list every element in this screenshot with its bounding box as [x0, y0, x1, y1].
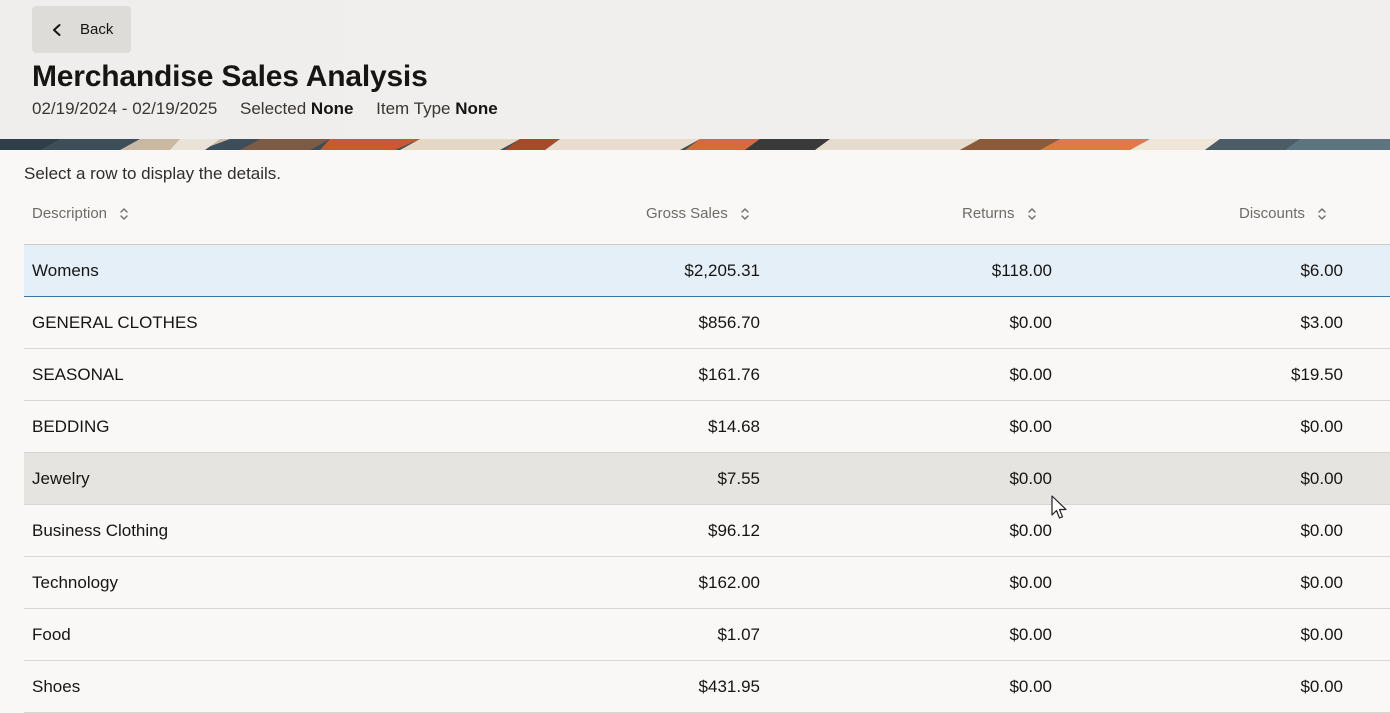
description-cell: Jewelry: [32, 469, 90, 488]
selected-value: None: [310, 99, 354, 118]
discounts-cell: $0.00: [1300, 469, 1343, 488]
column-header-label: Returns: [962, 205, 1015, 222]
decorative-banner-strip: [0, 139, 1390, 150]
returns-cell: $0.00: [1009, 313, 1052, 332]
description-cell: Technology: [32, 573, 119, 592]
returns-cell: $0.00: [1009, 677, 1052, 696]
description-cell: GENERAL CLOTHES: [32, 313, 198, 332]
sort-icon: [119, 207, 129, 221]
sort-icon: [1027, 207, 1037, 221]
returns-cell: $0.00: [1009, 625, 1052, 644]
discounts-cell: $0.00: [1300, 625, 1343, 644]
description-cell: Food: [32, 625, 71, 644]
table-row[interactable]: BEDDING $14.68 $0.00 $0.00: [24, 401, 1390, 453]
table-row[interactable]: Shoes $431.95 $0.00 $0.00: [24, 661, 1390, 713]
gross-sales-cell: $7.55: [717, 469, 760, 488]
item-type-filter: Item Type None: [376, 99, 498, 118]
returns-cell: $0.00: [1009, 469, 1052, 488]
description-cell: BEDDING: [32, 417, 110, 436]
column-header-label: Discounts: [1239, 205, 1305, 222]
sales-table: Description Gross Sales Returns Discount…: [24, 193, 1390, 713]
table-row[interactable]: Technology $162.00 $0.00 $0.00: [24, 557, 1390, 609]
sort-icon: [1317, 207, 1327, 221]
selection-hint: Select a row to display the details.: [24, 164, 282, 183]
item-type-label: Item Type: [376, 99, 451, 118]
column-header-discounts[interactable]: Discounts: [1239, 205, 1327, 222]
selected-label: Selected: [240, 99, 307, 118]
table-row[interactable]: GENERAL CLOTHES $856.70 $0.00 $3.00: [24, 297, 1390, 349]
page-header: Back Merchandise Sales Analysis 02/19/20…: [0, 0, 1390, 139]
column-header-label: Gross Sales: [646, 205, 728, 222]
returns-cell: $0.00: [1009, 417, 1052, 436]
description-cell: SEASONAL: [32, 365, 124, 384]
description-cell: Business Clothing: [32, 521, 169, 540]
returns-cell: $0.00: [1009, 365, 1052, 384]
discounts-cell: $0.00: [1300, 573, 1343, 592]
returns-cell: $0.00: [1009, 573, 1052, 592]
table-header: Description Gross Sales Returns Discount…: [24, 193, 1390, 245]
discounts-cell: $0.00: [1300, 677, 1343, 696]
table-row[interactable]: Business Clothing $96.12 $0.00 $0.00: [24, 505, 1390, 557]
table-row[interactable]: Womens $2,205.31 $118.00 $6.00: [24, 245, 1390, 297]
gross-sales-cell: $2,205.31: [684, 261, 760, 280]
gross-sales-cell: $96.12: [708, 521, 760, 540]
returns-cell: $118.00: [991, 261, 1052, 280]
selected-filter: Selected None: [240, 99, 353, 118]
page-title: Merchandise Sales Analysis: [32, 60, 428, 93]
discounts-cell: $6.00: [1300, 261, 1343, 280]
discounts-cell: $19.50: [1291, 365, 1343, 384]
column-header-gross-sales[interactable]: Gross Sales: [646, 205, 750, 222]
gross-sales-cell: $161.76: [698, 365, 760, 384]
discounts-cell: $0.00: [1300, 521, 1343, 540]
back-button-label: Back: [80, 21, 114, 38]
date-range: 02/19/2024 - 02/19/2025: [32, 99, 218, 118]
gross-sales-cell: $162.00: [698, 573, 760, 592]
column-header-label: Description: [32, 205, 108, 222]
table-row[interactable]: Jewelry $7.55 $0.00 $0.00: [24, 453, 1390, 505]
sort-icon: [740, 207, 750, 221]
discounts-cell: $0.00: [1300, 417, 1343, 436]
table-row[interactable]: SEASONAL $161.76 $0.00 $19.50: [24, 349, 1390, 401]
gross-sales-cell: $856.70: [698, 313, 760, 332]
returns-cell: $0.00: [1009, 521, 1052, 540]
gross-sales-cell: $431.95: [698, 677, 760, 696]
column-header-returns[interactable]: Returns: [962, 205, 1037, 222]
page-subtitle: 02/19/2024 - 02/19/2025 Selected None It…: [32, 97, 516, 121]
table-row[interactable]: Food $1.07 $0.00 $0.00: [24, 609, 1390, 661]
description-cell: Shoes: [32, 677, 81, 696]
description-cell: Womens: [32, 261, 99, 280]
column-header-description[interactable]: Description: [32, 205, 129, 222]
chevron-left-icon: [50, 23, 64, 37]
item-type-value: None: [455, 99, 498, 118]
discounts-cell: $3.00: [1300, 313, 1343, 332]
gross-sales-cell: $1.07: [717, 625, 760, 644]
gross-sales-cell: $14.68: [708, 417, 760, 436]
back-button[interactable]: Back: [32, 6, 131, 53]
